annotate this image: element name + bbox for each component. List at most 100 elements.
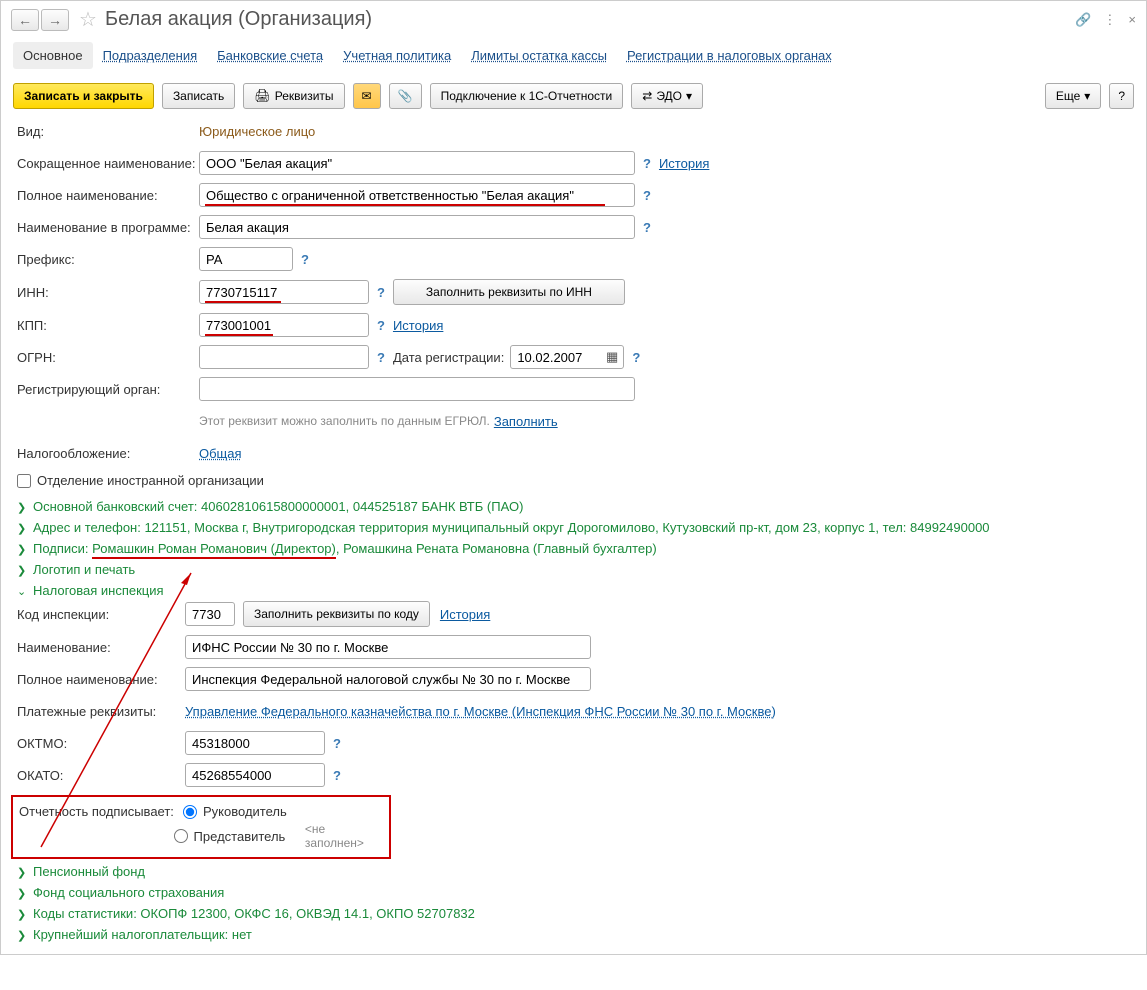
chevron-right-icon[interactable]: ❯ (17, 501, 29, 514)
section-logo[interactable]: Логотип и печать (33, 562, 135, 577)
fill-link[interactable]: Заполнить (494, 414, 558, 429)
section-tax-inspection[interactable]: Налоговая инспекция (33, 583, 164, 598)
fill-by-inn-button[interactable]: Заполнить реквизиты по ИНН (393, 279, 625, 305)
history-link[interactable]: История (440, 607, 490, 622)
reg-org-input[interactable] (199, 377, 635, 401)
mail-button[interactable]: ✉ (353, 83, 381, 109)
close-icon[interactable]: × (1128, 12, 1136, 27)
chevron-right-icon[interactable]: ❯ (17, 929, 29, 942)
details-label: Реквизиты (275, 89, 334, 103)
back-button[interactable]: ← (11, 9, 39, 31)
chevron-right-icon[interactable]: ❯ (17, 866, 29, 879)
section-largest[interactable]: Крупнейший налогоплательщик: нет (33, 927, 252, 942)
tab-bank-accounts[interactable]: Банковские счета (207, 42, 333, 69)
section-stats[interactable]: Коды статистики: ОКОПФ 12300, ОКФС 16, О… (33, 906, 475, 921)
tabs-bar: Основное Подразделения Банковские счета … (1, 42, 1146, 69)
help-icon[interactable]: ? (333, 736, 341, 751)
tab-cash-limits[interactable]: Лимиты остатка кассы (461, 42, 617, 69)
attach-button[interactable]: 📎 (389, 83, 422, 109)
payment-label: Платежные реквизиты: (17, 704, 185, 719)
insp-name-label: Наименование: (17, 640, 185, 655)
chevron-right-icon[interactable]: ❯ (17, 543, 29, 556)
oktmo-input[interactable] (185, 731, 325, 755)
window-title: Белая акация (Организация) (105, 8, 1075, 31)
help-icon[interactable]: ? (377, 350, 385, 365)
save-close-button[interactable]: Записать и закрыть (13, 83, 154, 109)
kebab-menu-icon[interactable]: ⋮ (1103, 12, 1116, 28)
section-fss[interactable]: Фонд социального страхования (33, 885, 224, 900)
tax-value-link[interactable]: Общая (199, 446, 242, 461)
signs-opt1: Руководитель (203, 804, 287, 819)
help-icon[interactable]: ? (333, 768, 341, 783)
okato-input[interactable] (185, 763, 325, 787)
help-icon[interactable]: ? (377, 318, 385, 333)
help-icon[interactable]: ? (301, 252, 309, 267)
prefix-input[interactable] (199, 247, 293, 271)
insp-full-name-input[interactable] (185, 667, 591, 691)
not-filled-hint: <не заполнен> (305, 822, 383, 850)
edo-button[interactable]: ⇄ ЭДО ▾ (631, 83, 703, 109)
mail-icon: ✉ (362, 89, 372, 103)
help-icon[interactable]: ? (643, 156, 651, 171)
insp-name-input[interactable] (185, 635, 591, 659)
forward-button[interactable]: → (41, 9, 69, 31)
help-icon[interactable]: ? (632, 350, 640, 365)
foreign-org-checkbox[interactable] (17, 474, 31, 488)
section-pension[interactable]: Пенсионный фонд (33, 864, 145, 879)
insp-full-name-label: Полное наименование: (17, 672, 185, 687)
red-underline (205, 334, 273, 336)
save-button[interactable]: Записать (162, 83, 235, 109)
ogrn-input[interactable] (199, 345, 369, 369)
connect-1c-button[interactable]: Подключение к 1С-Отчетности (430, 83, 624, 109)
help-button[interactable]: ? (1109, 83, 1134, 109)
reg-date-label: Дата регистрации: (393, 350, 504, 365)
prog-name-label: Наименование в программе: (17, 220, 199, 235)
edo-icon: ⇄ (642, 89, 652, 103)
chevron-right-icon[interactable]: ❯ (17, 522, 29, 535)
help-icon[interactable]: ? (643, 220, 651, 235)
more-label: Еще (1056, 89, 1080, 103)
full-name-label: Полное наименование: (17, 188, 199, 203)
code-input[interactable] (185, 602, 235, 626)
signs-radio-representative[interactable] (174, 829, 187, 843)
signs-label: Отчетность подписывает: (19, 804, 177, 819)
history-link[interactable]: История (659, 156, 709, 171)
history-link[interactable]: История (393, 318, 443, 333)
favorite-star-icon[interactable]: ☆ (79, 7, 97, 32)
foreign-org-label: Отделение иностранной организации (37, 473, 264, 488)
red-underline (205, 204, 605, 206)
section-signatures[interactable]: Подписи: Ромашкин Роман Романович (Дирек… (33, 541, 657, 559)
signs-opt2: Представитель (194, 829, 286, 844)
short-name-input[interactable] (199, 151, 635, 175)
egrul-hint: Этот реквизит можно заполнить по данным … (199, 414, 490, 428)
prog-name-input[interactable] (199, 215, 635, 239)
signs-radio-director[interactable] (183, 805, 197, 819)
details-button[interactable]: 🖨 Реквизиты (243, 83, 344, 109)
tab-tax-registrations[interactable]: Регистрации в налоговых органах (617, 42, 842, 69)
help-icon[interactable]: ? (643, 188, 651, 203)
chevron-right-icon[interactable]: ❯ (17, 887, 29, 900)
inn-label: ИНН: (17, 285, 199, 300)
payment-link[interactable]: Управление Федерального казначейства по … (185, 704, 776, 719)
chevron-down-icon[interactable]: ⌄ (17, 585, 29, 598)
fill-by-code-button[interactable]: Заполнить реквизиты по коду (243, 601, 430, 627)
more-button[interactable]: Еще ▾ (1045, 83, 1101, 109)
tab-divisions[interactable]: Подразделения (93, 42, 208, 69)
short-name-label: Сокращенное наименование: (17, 156, 199, 171)
chevron-right-icon[interactable]: ❯ (17, 564, 29, 577)
red-underline (205, 301, 281, 303)
vid-value: Юридическое лицо (199, 124, 315, 139)
tax-label: Налогообложение: (17, 446, 199, 461)
calendar-icon[interactable]: ▦ (606, 349, 618, 365)
printer-icon: 🖨 (254, 88, 271, 104)
link-icon[interactable]: 🔗 (1075, 12, 1091, 28)
chevron-right-icon[interactable]: ❯ (17, 908, 29, 921)
tab-main[interactable]: Основное (13, 42, 93, 69)
reg-org-label: Регистрирующий орган: (17, 382, 199, 397)
ogrn-label: ОГРН: (17, 350, 199, 365)
help-icon[interactable]: ? (377, 285, 385, 300)
section-bank[interactable]: Основной банковский счет: 40602810615800… (33, 499, 523, 514)
section-address[interactable]: Адрес и телефон: 121151, Москва г, Внутр… (33, 520, 990, 535)
code-label: Код инспекции: (17, 607, 185, 622)
tab-accounting-policy[interactable]: Учетная политика (333, 42, 461, 69)
